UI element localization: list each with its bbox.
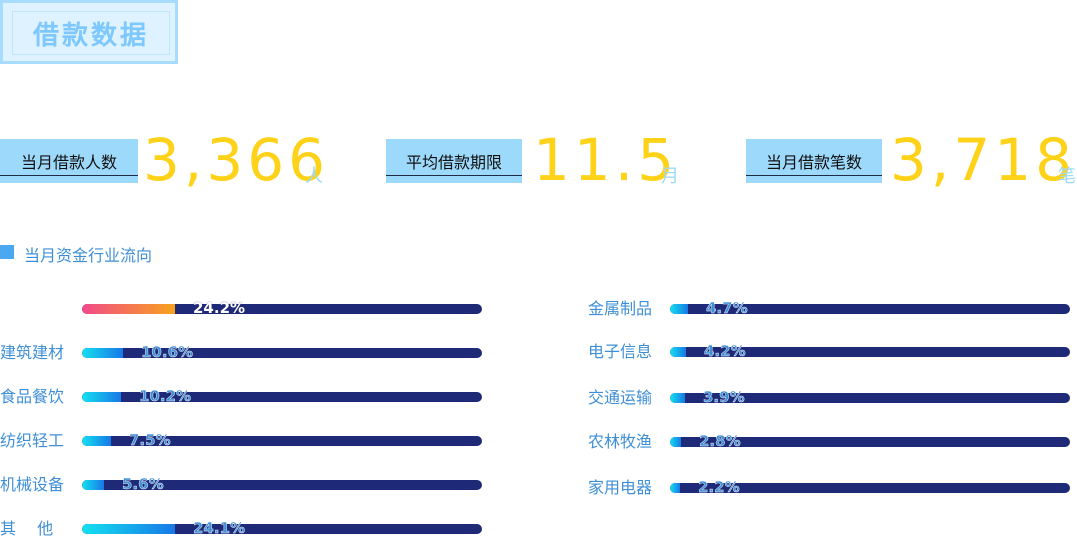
- section-bullet-icon: [0, 245, 14, 259]
- section-title: 当月资金行业流向: [24, 246, 153, 265]
- progress-fill: [670, 304, 688, 314]
- progress-fill: [670, 347, 686, 357]
- percent-label: 3.9%: [703, 388, 745, 406]
- stat-label-loan-count: 当月借款笔数: [746, 139, 882, 183]
- section-header-badge: 借款数据: [0, 0, 178, 64]
- section-header-frame: 借款数据: [12, 11, 170, 55]
- industry-right-row: 家用电器 2.2%: [0, 476, 1077, 500]
- industry-label: 电子信息: [588, 342, 653, 361]
- industry-right-row: 金属制品 4.7%: [0, 297, 1077, 321]
- page-title: 借款数据: [32, 20, 149, 51]
- stat-value-loan-count: 3,718: [890, 126, 1077, 194]
- stat-unit-avg-term: 月: [661, 166, 679, 187]
- industry-label: 农林牧渔: [588, 432, 653, 451]
- industry-right-row: 农林牧渔 2.8%: [0, 430, 1077, 454]
- percent-label: 2.2%: [698, 478, 740, 496]
- stat-value-avg-term: 11.5: [533, 126, 679, 194]
- industry-label: 其 他: [0, 519, 54, 538]
- progress-track: [82, 524, 482, 534]
- stat-value-borrowers: 3,366: [143, 126, 330, 194]
- progress-fill: [670, 393, 685, 403]
- progress-fill: [670, 437, 681, 447]
- progress-fill: [670, 483, 680, 493]
- industry-label: 家用电器: [588, 478, 653, 497]
- percent-label: 24.1%: [193, 519, 246, 537]
- percent-label: 4.2%: [704, 342, 746, 360]
- stat-unit-borrowers: 人: [305, 166, 323, 187]
- percent-label: 4.7%: [706, 299, 748, 317]
- industry-label: 交通运输: [588, 388, 653, 407]
- industry-right-row: 电子信息 4.2%: [0, 340, 1077, 364]
- stat-label-avg-term: 平均借款期限: [386, 139, 522, 183]
- progress-fill: [82, 524, 175, 534]
- industry-left-row: 其 他 24.1%: [0, 517, 1077, 541]
- percent-label: 2.8%: [699, 432, 741, 450]
- industry-right-row: 交通运输 3.9%: [0, 386, 1077, 410]
- stat-label-borrowers: 当月借款人数: [0, 139, 138, 183]
- industry-label: 金属制品: [588, 299, 653, 318]
- stat-unit-loan-count: 笔: [1058, 166, 1076, 187]
